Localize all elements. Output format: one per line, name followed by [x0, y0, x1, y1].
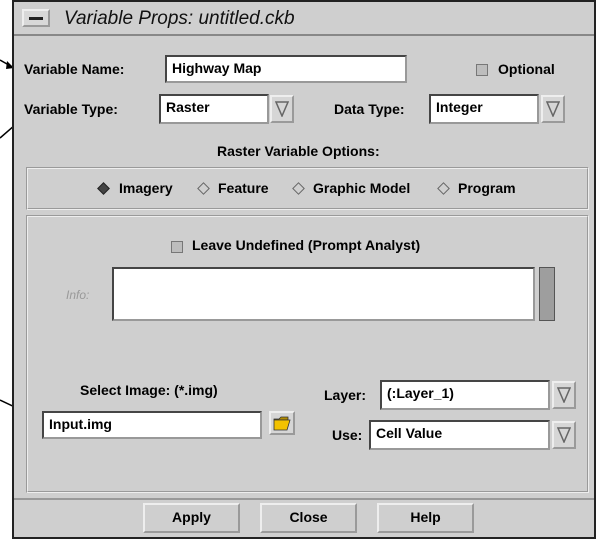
- select-image-label: Select Image: (*.img): [80, 382, 218, 398]
- program-radio[interactable]: [437, 182, 450, 195]
- variable-name-field[interactable]: Highway Map: [165, 55, 407, 83]
- use-dropdown-icon[interactable]: [552, 421, 576, 449]
- variable-type-dropdown-icon[interactable]: [270, 95, 294, 123]
- data-type-dropdown-icon[interactable]: [541, 95, 565, 123]
- data-type-select[interactable]: Integer: [429, 94, 539, 124]
- select-image-field[interactable]: Input.img: [42, 411, 262, 439]
- optional-checkbox[interactable]: [476, 64, 488, 76]
- variable-type-select[interactable]: Raster: [159, 94, 269, 124]
- variable-type-label: Variable Type:: [24, 101, 118, 117]
- title-bar[interactable]: Variable Props: untitled.ckb: [14, 2, 594, 36]
- imagery-label: Imagery: [119, 180, 173, 196]
- optional-label: Optional: [498, 61, 555, 77]
- variable-name-label: Variable Name:: [24, 61, 125, 77]
- info-scrollbar[interactable]: [539, 267, 555, 321]
- leave-undefined-checkbox[interactable]: [171, 241, 183, 253]
- graphic-model-label: Graphic Model: [313, 180, 411, 196]
- layer-label: Layer:: [324, 387, 367, 403]
- info-label: Info:: [66, 288, 90, 302]
- layer-dropdown-icon[interactable]: [552, 381, 576, 409]
- apply-button[interactable]: Apply: [143, 503, 240, 533]
- raster-options-group: Imagery Feature Graphic Model Program: [26, 167, 589, 210]
- button-bar-divider: [14, 498, 594, 500]
- feature-label: Feature: [218, 180, 269, 196]
- open-folder-icon[interactable]: [269, 411, 295, 435]
- use-label: Use:: [332, 427, 363, 443]
- close-button[interactable]: Close: [260, 503, 357, 533]
- raster-options-heading: Raster Variable Options:: [217, 143, 380, 159]
- help-button[interactable]: Help: [377, 503, 474, 533]
- options-panel: Leave Undefined (Prompt Analyst) Info: S…: [26, 215, 589, 493]
- info-textarea[interactable]: [112, 267, 535, 321]
- leave-undefined-label: Leave Undefined (Prompt Analyst): [192, 237, 421, 253]
- layer-select[interactable]: (:Layer_1): [380, 380, 550, 410]
- use-select[interactable]: Cell Value: [369, 420, 550, 450]
- data-type-label: Data Type:: [334, 101, 405, 117]
- imagery-radio[interactable]: [97, 182, 110, 195]
- feature-radio[interactable]: [197, 182, 210, 195]
- graphic-model-radio[interactable]: [292, 182, 305, 195]
- variable-props-dialog: Variable Props: untitled.ckb Variable Na…: [12, 0, 596, 539]
- window-title: Variable Props: untitled.ckb: [64, 8, 295, 29]
- program-label: Program: [458, 180, 516, 196]
- window-menu-icon[interactable]: [22, 9, 50, 27]
